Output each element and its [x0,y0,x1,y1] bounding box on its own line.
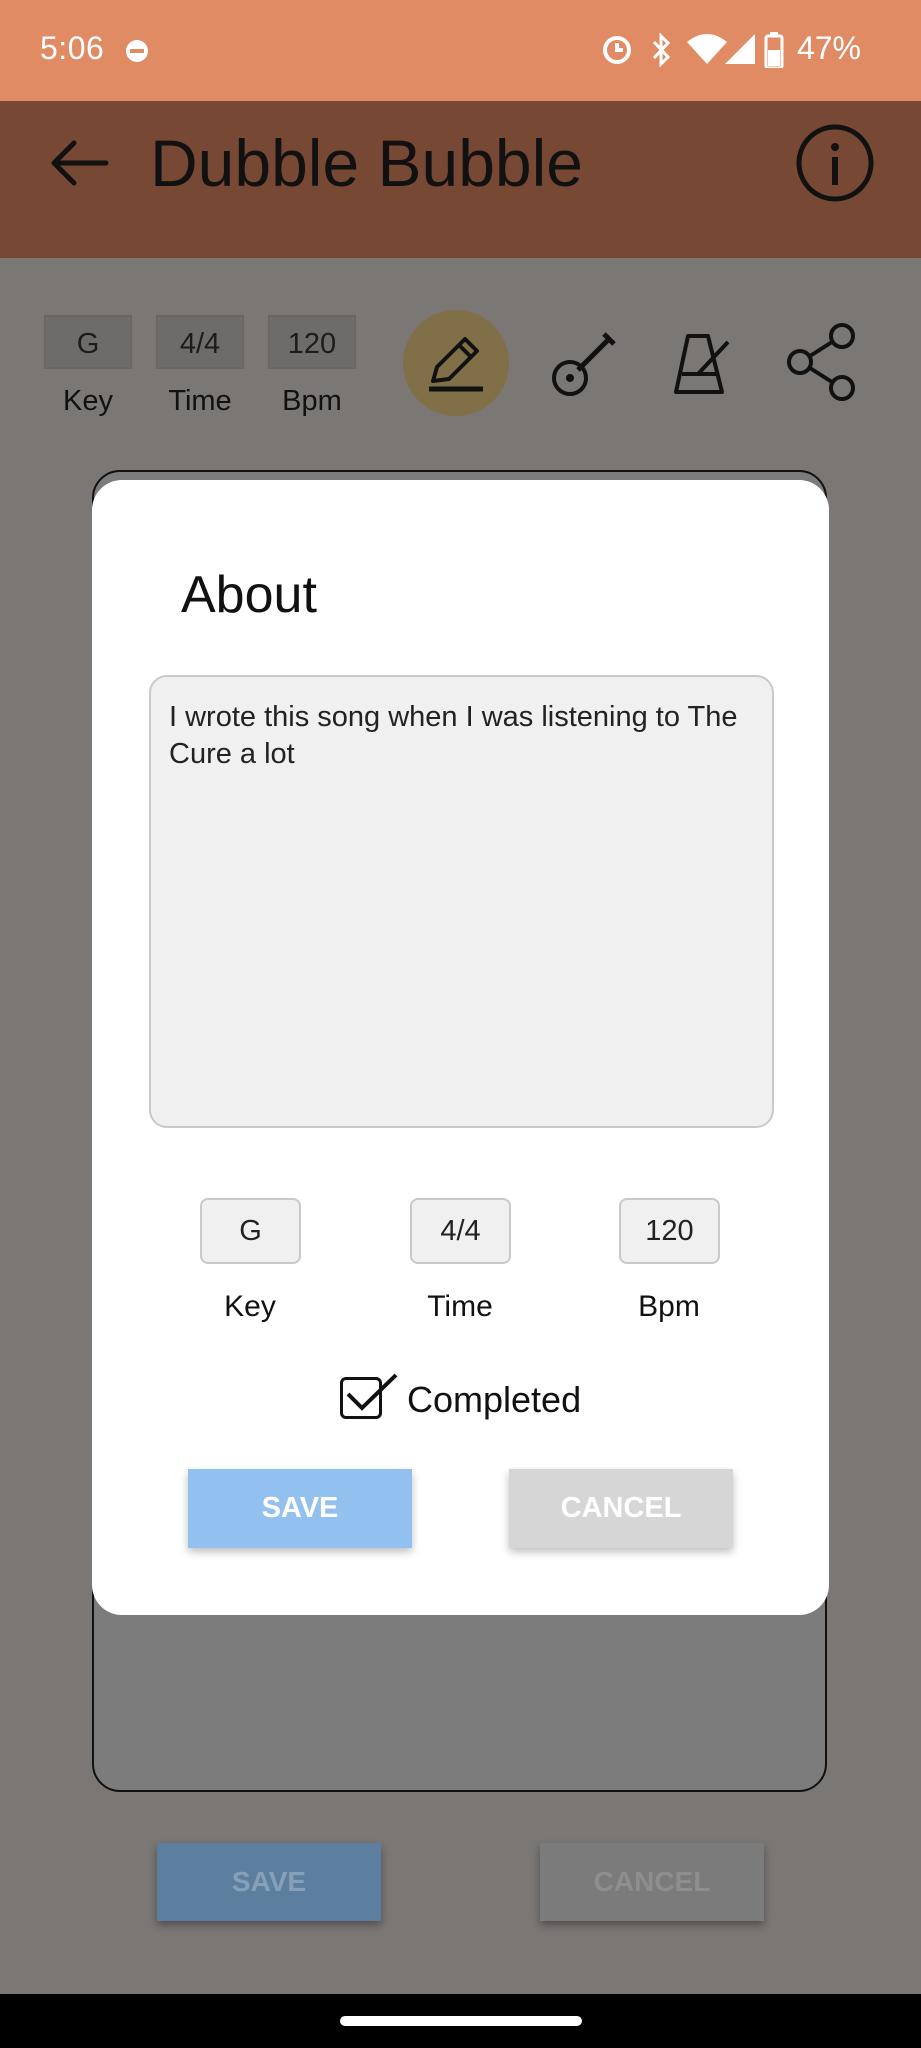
share-icon[interactable] [784,320,860,404]
checkmark-icon [346,1373,398,1411]
time-label: Time [427,1290,493,1323]
completed-label[interactable]: Completed [407,1379,581,1421]
back-arrow-icon[interactable] [48,138,110,188]
wifi-icon [687,34,727,64]
battery-icon [764,32,784,68]
sync-icon [603,36,631,64]
status-time: 5:06 [40,30,105,66]
metronome-icon[interactable] [670,330,734,398]
key-label: Key [224,1290,276,1323]
page-title: Dubble Bubble [150,126,583,200]
cancel-button[interactable]: CANCEL [509,1469,733,1548]
pencil-icon [429,337,483,392]
header-bpm-label: Bpm [282,385,342,417]
dialog-title: About [181,566,317,624]
header-bpm-value[interactable]: 120 [268,315,356,369]
key-field[interactable]: G [200,1198,301,1264]
home-handle[interactable] [340,2016,582,2026]
info-icon[interactable] [795,123,875,203]
bpm-label: Bpm [638,1290,700,1323]
signal-icon [725,34,755,64]
guitar-icon[interactable] [548,328,620,400]
bpm-field[interactable]: 120 [619,1198,720,1264]
header-key-value[interactable]: G [44,315,132,369]
save-button[interactable]: SAVE [188,1469,412,1548]
dnd-icon [126,40,148,62]
background-save-button[interactable]: SAVE [157,1843,381,1921]
battery-percent: 47% [796,30,861,66]
about-textarea[interactable]: I wrote this song when I was listening t… [149,675,774,1128]
header-time-label: Time [168,385,232,417]
header-time-value[interactable]: 4/4 [156,315,244,369]
time-field[interactable]: 4/4 [410,1198,511,1264]
header-key-label: Key [63,385,113,417]
bluetooth-icon [652,33,671,67]
background-cancel-button[interactable]: CANCEL [540,1843,764,1921]
